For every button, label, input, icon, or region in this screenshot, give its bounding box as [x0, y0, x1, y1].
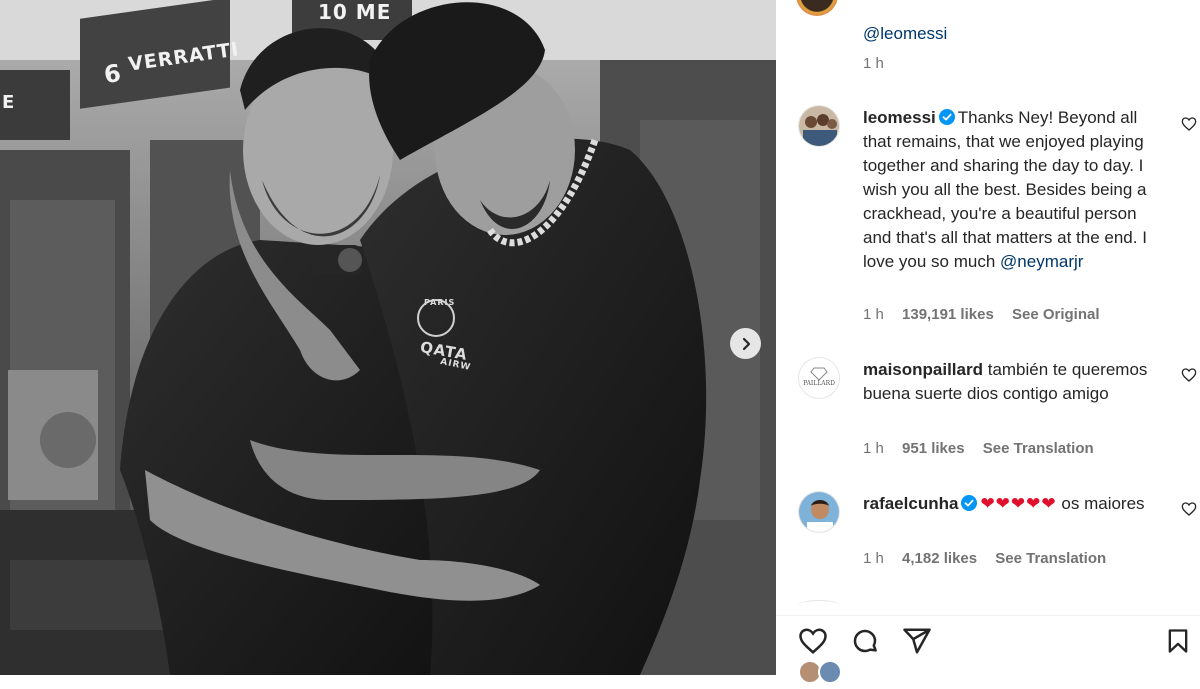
post-photo[interactable]: 6 VERRATTI E 10 ME PARIS QATA AIRW [0, 0, 776, 675]
heart-icon[interactable] [798, 626, 828, 656]
avatar[interactable] [798, 491, 840, 533]
comment-text: también te queremos [987, 360, 1148, 379]
comment-icon[interactable] [850, 626, 880, 656]
see-translation-link[interactable]: See Translation [983, 440, 1094, 457]
comment-time: 1 h [863, 306, 884, 323]
comment-likes[interactable]: 139,191 likes [902, 306, 994, 323]
like-comment-heart-icon[interactable] [1181, 367, 1197, 383]
heart-emojis: ❤❤❤❤❤ [980, 494, 1057, 513]
share-icon[interactable] [902, 626, 932, 656]
comment-time: 1 h [863, 440, 884, 457]
next-comment-avatar[interactable] [798, 600, 840, 611]
like-comment-heart-icon[interactable] [1181, 116, 1197, 132]
diamond-logo-icon [810, 367, 828, 381]
chevron-right-icon [742, 337, 750, 350]
comment-username[interactable]: leomessi [863, 108, 936, 127]
comment-mention-link[interactable]: @neymarjr [1000, 252, 1083, 271]
locker-top-label: 10 ME [318, 0, 392, 24]
comment-meta: 1 h 951 likes See Translation [863, 440, 1108, 457]
comment-text: Thanks Ney! Beyond all that remains, tha… [863, 108, 1147, 271]
comment-text: os maiores [1061, 494, 1145, 513]
like-comment-heart-icon[interactable] [1181, 501, 1197, 517]
caption-meta: 1 h [863, 55, 898, 72]
comment-likes[interactable]: 951 likes [902, 440, 965, 457]
caption-mention-link[interactable]: @leomessi [863, 24, 947, 43]
comment-meta: 1 h 139,191 likes See Original [863, 306, 1114, 323]
author-avatar[interactable] [796, 0, 838, 16]
verified-badge-icon [938, 109, 955, 125]
bookmark-icon[interactable] [1164, 626, 1192, 656]
avatar-image [799, 492, 839, 532]
comment-meta: 1 h 4,182 likes See Translation [863, 550, 1120, 567]
comments-panel: @leomessi 1 h leomessi Thanks Ney! Beyond… [776, 0, 1200, 684]
verified-badge-icon [961, 495, 978, 511]
comment-time: 1 h [863, 550, 884, 567]
comment-username[interactable]: maisonpaillard [863, 360, 983, 379]
avatar-brand-text: PAILLARD [803, 380, 835, 387]
comment-likes[interactable]: 4,182 likes [902, 550, 977, 567]
caption-time: 1 h [863, 55, 884, 72]
locker-number: 6 [102, 58, 124, 90]
avatar[interactable] [798, 105, 840, 147]
comment-username[interactable]: rafaelcunha [863, 494, 958, 513]
see-translation-link[interactable]: See Translation [995, 550, 1106, 567]
locker-partial: E [2, 92, 16, 113]
comment-text-line2: buena suerte dios contigo amigo [863, 384, 1109, 403]
shirt-text-paris: PARIS [424, 298, 456, 307]
post-actions-bar [776, 615, 1200, 666]
avatar[interactable]: PAILLARD [798, 357, 840, 399]
see-original-link[interactable]: See Original [1012, 306, 1100, 323]
photo-scene [0, 0, 776, 675]
avatar-image [799, 106, 839, 146]
next-photo-button[interactable] [730, 328, 761, 359]
caption-tail: @leomessi [863, 22, 1163, 46]
